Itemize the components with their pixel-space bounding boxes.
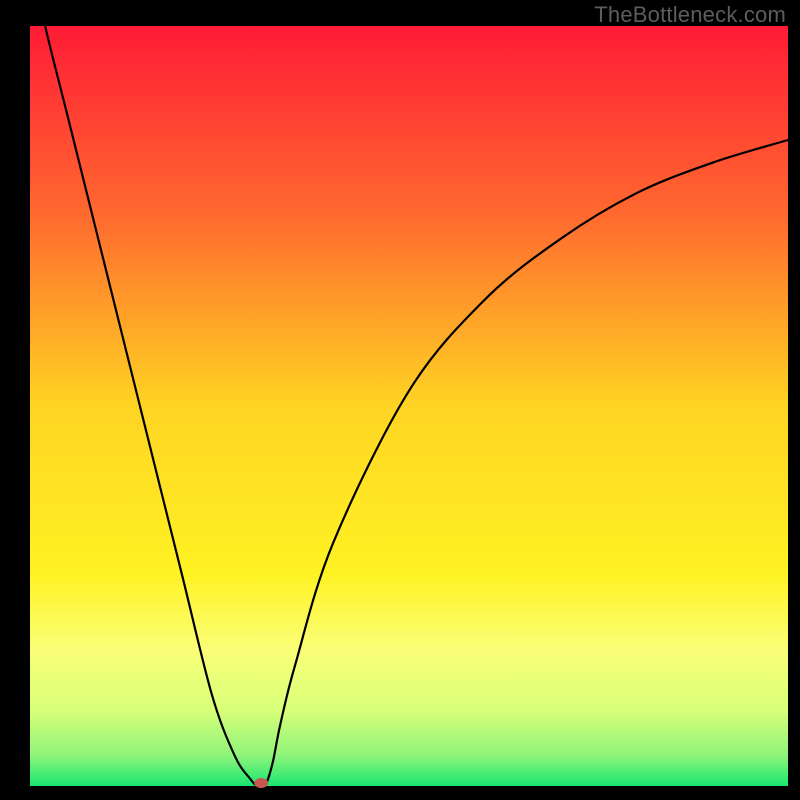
- chart-frame: TheBottleneck.com: [0, 0, 800, 800]
- min-marker: [254, 778, 268, 788]
- plot-background: [30, 26, 788, 786]
- chart-svg: [0, 0, 800, 800]
- watermark-text: TheBottleneck.com: [594, 2, 786, 28]
